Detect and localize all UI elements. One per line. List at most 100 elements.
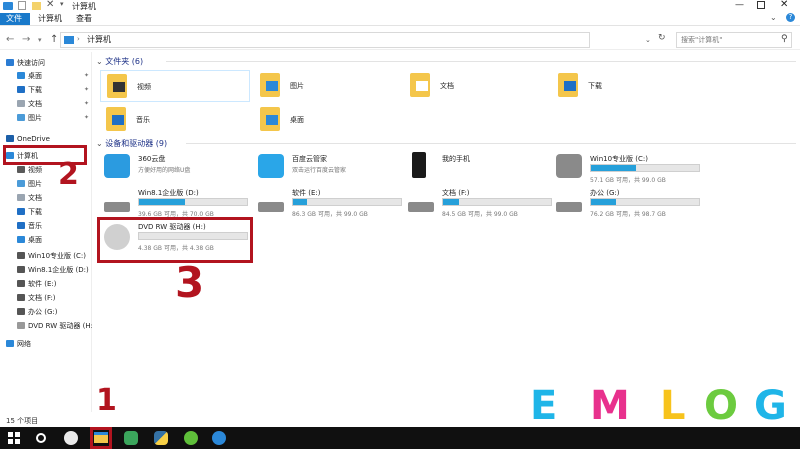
refresh-icon[interactable]: ↻ bbox=[658, 33, 666, 43]
tab-computer[interactable]: 计算机 bbox=[32, 13, 68, 25]
pin-icon: ✦ bbox=[84, 100, 90, 107]
sidebar-item-label: 快速访问 bbox=[17, 59, 45, 67]
back-arrow-icon[interactable]: ← bbox=[6, 34, 14, 45]
sidebar-item[interactable]: DVD RW 驱动器 (H: bbox=[0, 320, 92, 332]
recent-dropdown-icon[interactable]: ▾ bbox=[38, 36, 42, 44]
sidebar-item-label: 桌面 bbox=[28, 72, 42, 80]
sidebar-item[interactable]: 网络 bbox=[0, 338, 92, 350]
sidebar-item[interactable]: 音乐 bbox=[0, 220, 92, 232]
sidebar-item[interactable]: 桌面 bbox=[0, 234, 92, 246]
green-app-icon[interactable] bbox=[184, 431, 198, 445]
cortana-search-icon[interactable] bbox=[36, 433, 46, 443]
sidebar-item[interactable]: Win10专业版 (C:) bbox=[0, 250, 92, 262]
folder-tile[interactable]: 桌面 bbox=[254, 104, 400, 136]
customize-qat-icon[interactable]: ▾ bbox=[60, 0, 64, 8]
minimize-button[interactable]: — bbox=[735, 0, 744, 10]
title-bar: ✕ ▾ 计算机 — ✕ bbox=[0, 0, 800, 12]
sidebar-item-label: 图片 bbox=[28, 114, 42, 122]
folder-label: 音乐 bbox=[136, 116, 150, 124]
folder-label: 桌面 bbox=[290, 116, 304, 124]
folder-tile[interactable]: 视频 bbox=[100, 70, 250, 102]
up-arrow-icon[interactable]: ↑ bbox=[50, 34, 58, 45]
drive-name: Win10专业版 (C:) bbox=[590, 155, 648, 163]
python-icon[interactable] bbox=[154, 431, 168, 445]
drive-usage-bar bbox=[442, 198, 552, 206]
drive-space-text: 57.1 GB 可用，共 99.0 GB bbox=[590, 177, 666, 184]
drive-tile[interactable]: Win8.1企业版 (D:) 39.6 GB 可用，共 70.0 GB bbox=[100, 186, 248, 220]
drive-tile[interactable]: 我的手机 bbox=[404, 152, 550, 186]
devices-divider bbox=[186, 143, 796, 144]
maximize-button[interactable] bbox=[757, 1, 765, 9]
document-icon bbox=[17, 194, 25, 201]
watermark-letter: M bbox=[590, 383, 630, 429]
sidebar-item[interactable]: OneDrive bbox=[0, 133, 92, 145]
phone-icon bbox=[412, 152, 426, 178]
sidebar-item-label: 文档 bbox=[28, 100, 42, 108]
tab-file[interactable]: 文件 bbox=[0, 13, 30, 25]
video-folder-icon bbox=[107, 74, 127, 98]
sidebar-item[interactable]: 文档 ✦ bbox=[0, 98, 92, 110]
sidebar-item[interactable]: 下载 ✦ bbox=[0, 84, 92, 96]
drive-usage-bar bbox=[590, 164, 700, 172]
sidebar-item[interactable]: 办公 (G:) bbox=[0, 306, 92, 318]
sidebar-item-label: 办公 (G:) bbox=[28, 308, 58, 316]
collapse-icon[interactable]: ⌄ bbox=[96, 57, 105, 66]
delete-icon[interactable]: ✕ bbox=[46, 0, 54, 10]
highlight-file-explorer bbox=[90, 427, 112, 449]
computer-icon bbox=[3, 2, 13, 10]
watermark-letter: E bbox=[530, 383, 558, 429]
folder-tile[interactable]: 文档 bbox=[404, 70, 550, 102]
devices-header-label: 设备和驱动器 (9) bbox=[105, 139, 168, 148]
new-folder-icon[interactable] bbox=[32, 2, 41, 10]
sidebar-item[interactable]: 文档 (F:) bbox=[0, 292, 92, 304]
drive-space-text: 86.3 GB 可用，共 99.0 GB bbox=[292, 211, 368, 218]
drive-icon bbox=[258, 202, 284, 212]
drive-tile[interactable]: 百度云管家 双击运行百度云管家 bbox=[254, 152, 400, 186]
sidebar-item-label: 下载 bbox=[28, 208, 42, 216]
folder-tile[interactable]: 下载 bbox=[552, 70, 698, 102]
blue-app-icon[interactable] bbox=[212, 431, 226, 445]
search-icon: ⚲ bbox=[781, 34, 788, 44]
tab-view[interactable]: 查看 bbox=[70, 13, 98, 25]
search-input[interactable]: 搜索"计算机" ⚲ bbox=[676, 32, 792, 48]
breadcrumb[interactable]: 计算机 bbox=[87, 34, 111, 45]
pinwheel-app-icon[interactable] bbox=[64, 431, 78, 445]
drive-icon bbox=[17, 266, 25, 273]
sidebar-item[interactable]: 桌面 ✦ bbox=[0, 70, 92, 82]
sidebar-item[interactable]: 快速访问 bbox=[0, 57, 92, 69]
address-field[interactable]: › 计算机 bbox=[60, 32, 590, 48]
close-button[interactable]: ✕ bbox=[780, 0, 788, 10]
sidebar-item[interactable]: 下载 bbox=[0, 206, 92, 218]
devices-section-header[interactable]: ⌄ 设备和驱动器 (9) bbox=[96, 138, 167, 149]
drive-name: 软件 (E:) bbox=[292, 189, 321, 197]
sidebar-item-label: 音乐 bbox=[28, 222, 42, 230]
windows-start-icon[interactable] bbox=[8, 432, 20, 444]
address-dropdown-icon[interactable]: ⌄ bbox=[645, 36, 651, 44]
sidebar-item[interactable]: Win8.1企业版 (D:) bbox=[0, 264, 92, 276]
sidebar-item[interactable]: 图片 ✦ bbox=[0, 112, 92, 124]
forward-arrow-icon[interactable]: → bbox=[22, 34, 30, 45]
sidebar-item[interactable]: 文档 bbox=[0, 192, 92, 204]
picture-icon bbox=[17, 114, 25, 121]
folder-tile[interactable]: 图片 bbox=[254, 70, 400, 102]
help-icon[interactable]: ? bbox=[786, 13, 795, 22]
desktop-icon bbox=[17, 236, 25, 243]
windows-drive-icon bbox=[556, 154, 582, 178]
chevron-right-icon: › bbox=[77, 35, 80, 43]
collapse-icon[interactable]: ⌄ bbox=[96, 139, 105, 148]
drive-tile[interactable]: 软件 (E:) 86.3 GB 可用，共 99.0 GB bbox=[254, 186, 402, 220]
folder-tile[interactable]: 音乐 bbox=[100, 104, 246, 136]
drive-tile[interactable]: Win10专业版 (C:) 57.1 GB 可用，共 99.0 GB bbox=[552, 152, 700, 186]
sidebar-item-label: Win8.1企业版 (D:) bbox=[28, 266, 89, 274]
drive-tile[interactable]: 360云盘 方便好用的网络U盘 bbox=[100, 152, 246, 186]
drive-icon bbox=[556, 202, 582, 212]
wechat-icon[interactable] bbox=[124, 431, 138, 445]
drive-tile[interactable]: 文档 (F:) 84.5 GB 可用，共 99.0 GB bbox=[404, 186, 552, 220]
drive-tile[interactable]: 办公 (G:) 76.2 GB 可用，共 98.7 GB bbox=[552, 186, 700, 220]
sidebar-item-label: 文档 (F:) bbox=[28, 294, 56, 302]
sidebar-item[interactable]: 软件 (E:) bbox=[0, 278, 92, 290]
folders-section-header[interactable]: ⌄ 文件夹 (6) bbox=[96, 56, 143, 67]
expand-ribbon-icon[interactable]: ⌄ bbox=[770, 13, 777, 22]
network-icon bbox=[6, 340, 14, 347]
properties-icon[interactable] bbox=[18, 1, 26, 10]
